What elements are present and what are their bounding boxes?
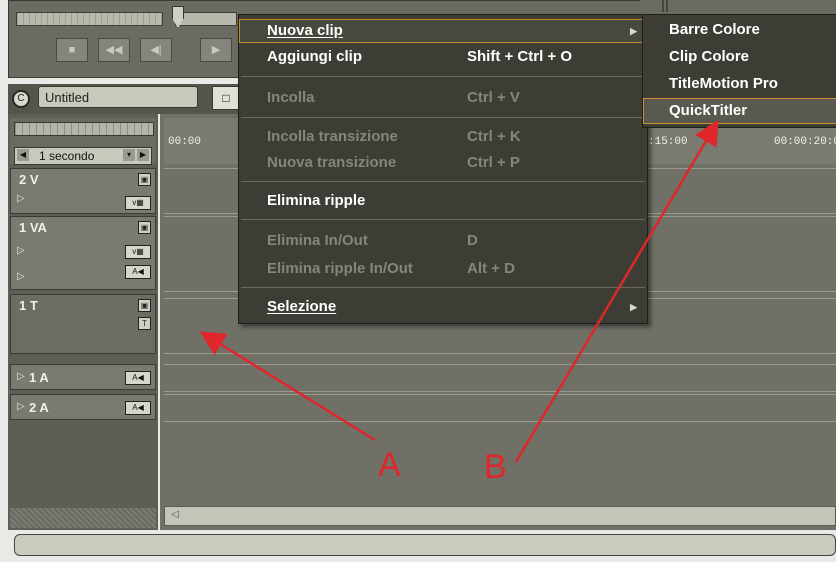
annotation-label-b: B: [484, 448, 507, 486]
annotation-arrows: [199, 119, 719, 463]
arrow-a: [199, 331, 376, 442]
arrow-b: [514, 119, 719, 463]
annotation-label-a: A: [378, 446, 401, 484]
